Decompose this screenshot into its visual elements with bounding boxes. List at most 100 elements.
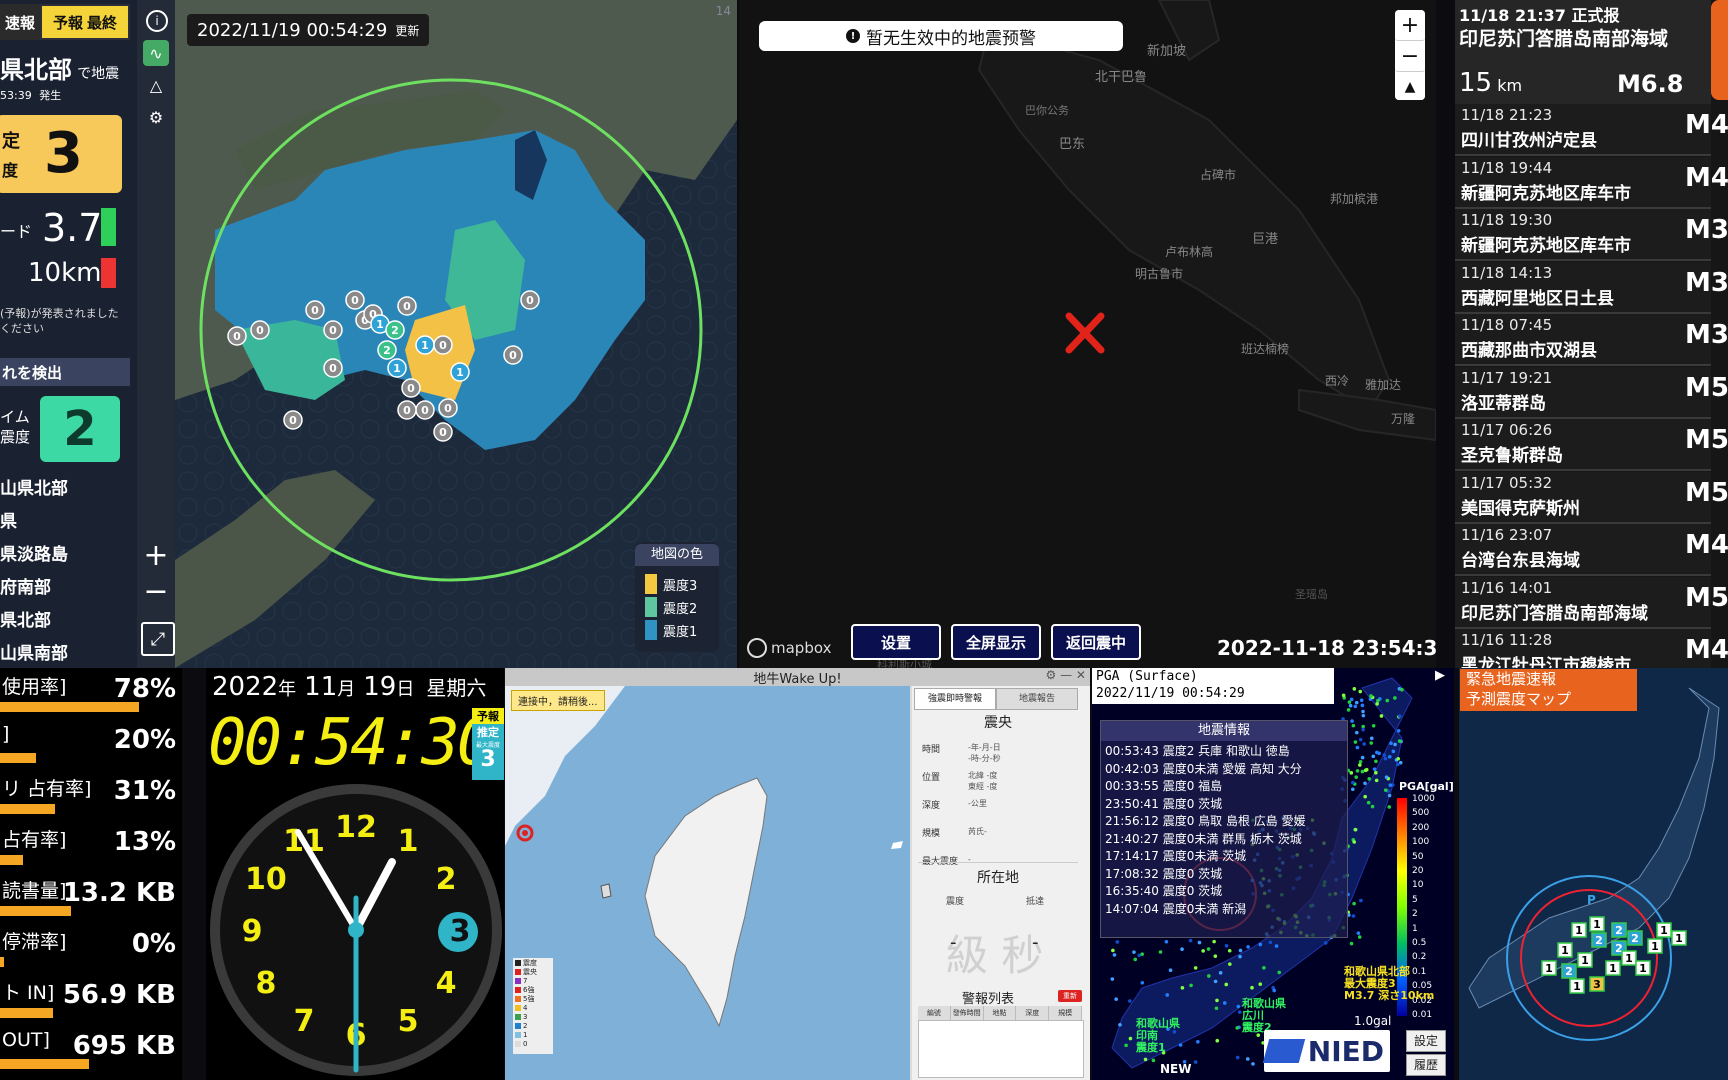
station-value: 0	[351, 294, 359, 307]
occurred-time: 53:39 発生	[0, 87, 61, 103]
pga-station-dot	[1246, 945, 1250, 949]
station-value: 1	[456, 366, 464, 379]
wakeup-legend-label: 2	[523, 1021, 528, 1030]
pga-station-dot	[1393, 696, 1397, 700]
pga-station-dot	[1351, 914, 1356, 918]
pga-station-dot	[1351, 787, 1355, 792]
pga-station-dot	[1384, 775, 1389, 779]
jma-intensity-value: 1	[1675, 932, 1683, 945]
pga-station-dot	[1215, 1038, 1220, 1043]
pga-history-button[interactable]: 履歴	[1406, 1054, 1446, 1076]
warning-icon[interactable]: △	[143, 72, 169, 98]
resource-row: 読書量] 13.2 KB	[0, 874, 178, 926]
eq-top-color-bar	[1711, 0, 1728, 100]
pga-station-dot	[1374, 770, 1378, 775]
eq-row-place: 西藏阿里地区日土县	[1461, 288, 1614, 309]
pga-scale-tick: 0.2	[1412, 952, 1427, 963]
resource-row: OUT] 695 KB	[0, 1027, 178, 1079]
kmoni-map[interactable]: 000000000000000012211100 2022/11/19 00:5…	[175, 0, 737, 668]
mapbox-attribution: mapbox	[771, 639, 832, 657]
pga-station-dot	[1348, 703, 1353, 708]
return-epicenter-button[interactable]: 返回震中	[1051, 624, 1141, 660]
resource-value: 13%	[113, 827, 176, 857]
pga-station-dot	[1323, 941, 1328, 945]
eq-list-row[interactable]: 11/18 14:13 西藏阿里地区日土县 M3	[1455, 261, 1728, 314]
eq-list-row[interactable]: 11/18 07:45 西藏那曲市双湖县 M3	[1455, 314, 1728, 366]
resource-value: 13.2 KB	[62, 878, 176, 908]
eq-list-row[interactable]: 11/16 23:07 台湾台东县海域 M4	[1455, 524, 1728, 576]
wakeup-legend-row: 4	[515, 1003, 527, 1012]
eq-top-title: 11/18 21:37 正式报	[1459, 6, 1620, 25]
eq-list-row[interactable]: 11/18 19:30 新疆阿克苏地区库车市 M3	[1455, 209, 1728, 261]
tab-sokuhou[interactable]: 速報	[0, 4, 40, 40]
pga-station-dot	[1358, 760, 1363, 764]
city-label: 雅加达	[1365, 378, 1402, 392]
warning-banner-text: 暂无生效中的地震预警	[866, 28, 1036, 49]
pga-settings-button[interactable]: 設定	[1406, 1030, 1446, 1052]
area-item: 山県南部	[0, 644, 68, 664]
area-item: 府南部	[0, 578, 51, 598]
settings-button[interactable]: 设置	[851, 624, 941, 660]
resource-value: 31%	[113, 776, 176, 806]
zoom-out-button[interactable]: −	[141, 574, 171, 609]
jma-intensity-value: 2	[1615, 924, 1623, 937]
pga-panel: PGA (Surface) 2022/11/19 00:54:29 地震情報 0…	[1092, 668, 1454, 1080]
tab-yohou-saishu[interactable]: 予報 最終	[42, 6, 128, 38]
p-wave-marker: P	[1587, 893, 1596, 907]
eq-row-magnitude: M4	[1685, 110, 1728, 140]
eq-row-time: 11/18 21:23	[1461, 106, 1553, 124]
eq-row-magnitude: M4	[1685, 162, 1728, 193]
zoom-in-button[interactable]: +	[1395, 10, 1425, 41]
pga-scale-tick: 1	[1412, 923, 1418, 934]
pga-title: PGA (Surface)	[1096, 669, 1198, 684]
window-buttons[interactable]: ⚙ — ✕	[1046, 668, 1086, 682]
zoom-out-button[interactable]: −	[1395, 41, 1425, 72]
wakeup-legend-label: 7	[523, 976, 528, 985]
compass-icon[interactable]: ▲	[1395, 72, 1425, 100]
region-name: 県北部	[0, 56, 72, 84]
tab-eq-report[interactable]: 地震報告	[996, 688, 1078, 710]
eq-list-row[interactable]: 11/16 14:01 印尼苏门答腊岛南部海域 M5	[1455, 576, 1728, 629]
pga-station-dot	[1258, 982, 1263, 986]
pga-station-dot	[1341, 693, 1346, 698]
pga-station-dot	[1188, 938, 1193, 943]
jma-intensity-value: 2	[1595, 934, 1603, 947]
map-datetime: 2022/11/19 00:54:29	[197, 19, 388, 41]
eq-list-row[interactable]: 11/17 19:21 洛亚蒂群岛 M5	[1455, 366, 1728, 419]
wakeup-legend-swatch	[515, 968, 521, 975]
fullscreen-icon[interactable]: ⤢	[141, 622, 175, 656]
pga-station-dot	[1115, 940, 1120, 944]
info-icon[interactable]: i	[146, 10, 168, 32]
eq-list-row[interactable]: 11/18 19:44 新疆阿克苏地区库车市 M4	[1455, 156, 1728, 209]
eq-list-row[interactable]: 11/17 05:32 美国得克萨斯州 M5	[1455, 471, 1728, 524]
play-icon[interactable]: ▶	[1435, 668, 1445, 683]
pga-station-dot	[1358, 763, 1362, 767]
jma-intensity-value: 2	[1565, 965, 1573, 978]
epicenter-field-label: 規模	[922, 829, 941, 839]
date-month: 11	[304, 672, 338, 702]
legend-label: 震度1	[663, 624, 698, 640]
wakeup-legend-swatch	[515, 986, 521, 993]
gear-icon[interactable]: ⚙	[143, 104, 169, 130]
zoom-in-button[interactable]: +	[141, 538, 171, 573]
eq-list-row[interactable]: 11/16 11:28 黑龙江牡丹江市穆棱市 M4	[1455, 629, 1728, 668]
tab-realtime-alert[interactable]: 強震即時警報	[914, 688, 996, 710]
eq-list-row[interactable]: 11/17 06:26 圣克鲁斯群岛 M5	[1455, 419, 1728, 471]
resource-label: 占有率]	[2, 829, 67, 851]
eq-row-time: 11/18 19:30	[1461, 211, 1553, 229]
label-new: NEW	[1160, 1062, 1192, 1076]
tab-saishu: 最終	[87, 13, 118, 32]
pga-station-dot	[1224, 943, 1229, 948]
eq-row-magnitude: M5	[1685, 477, 1728, 508]
station-value: 0	[439, 339, 447, 352]
pga-station-dot	[1151, 1058, 1156, 1063]
eq-row-time: 11/17 06:26	[1461, 421, 1553, 439]
waveform-icon[interactable]: ∿	[143, 40, 169, 66]
eq-list-row[interactable]: 11/18 21:23 四川甘孜州泸定县 M4	[1455, 104, 1728, 156]
fullscreen-button[interactable]: 全屏显示	[951, 624, 1041, 660]
taiwan-map[interactable]: 連接中，請稍後... 震度 震央 7 6強 5強 4 3 2 1 0	[505, 686, 910, 1080]
alert-list-button[interactable]: 重新	[1058, 990, 1082, 1002]
eq-top-card[interactable]: 11/18 21:37 正式报 印尼苏门答腊岛南部海域 15 km M6.8	[1455, 0, 1711, 104]
pga-station-dot	[1349, 771, 1354, 775]
mapbox-panel[interactable]: 新加坡 北干巴鲁 巴你公务 巴东 占碑市 邦加槟港 巨港 卢布林高 明古鲁市 班…	[739, 0, 1436, 668]
